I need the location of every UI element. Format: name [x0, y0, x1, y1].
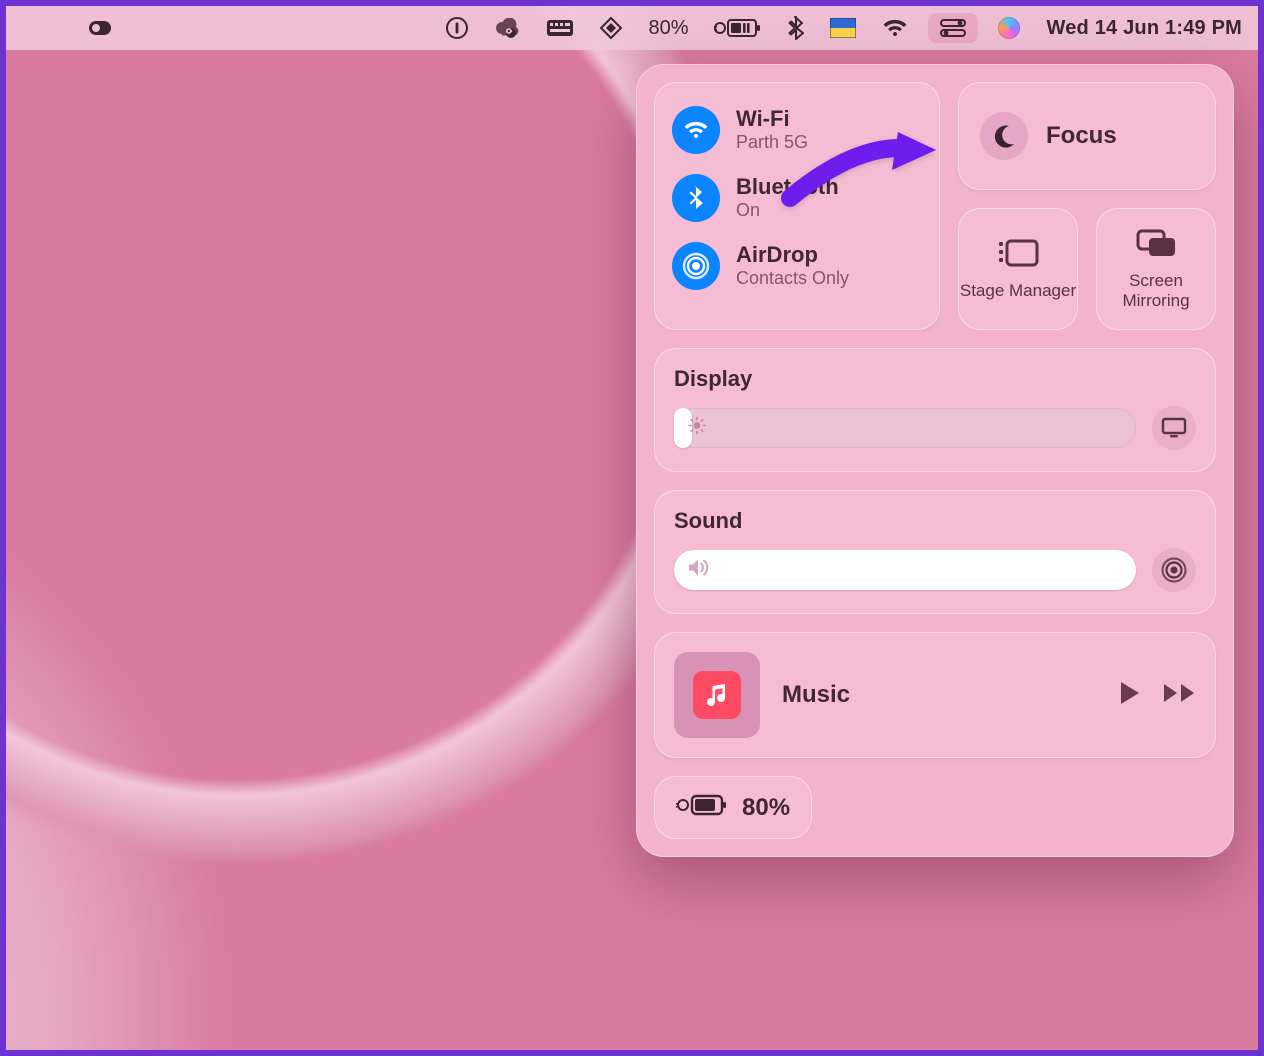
sound-title: Sound: [674, 508, 1196, 534]
fast-forward-button[interactable]: [1162, 682, 1196, 709]
sound-volume-slider[interactable]: [674, 550, 1136, 590]
screen-mirroring-label: Screen Mirroring: [1096, 271, 1216, 310]
menubar-control-center-toggle[interactable]: [928, 13, 978, 43]
stage-manager-icon: [997, 238, 1039, 273]
screen-mirroring-icon: [1135, 228, 1177, 263]
sound-section: Sound: [654, 490, 1216, 614]
menubar-bluetooth-icon[interactable]: [788, 16, 804, 40]
battery-percent: 80%: [742, 794, 790, 822]
airdrop-status: Contacts Only: [736, 268, 849, 290]
wifi-icon: [672, 106, 720, 154]
stage-manager-toggle[interactable]: Stage Manager: [958, 208, 1078, 330]
menubar-1password-icon[interactable]: [446, 17, 468, 39]
menubar-cloud-sync-icon[interactable]: [494, 18, 520, 38]
now-playing-artwork: [674, 652, 760, 738]
focus-toggle[interactable]: Focus: [958, 82, 1216, 190]
now-playing-card[interactable]: Music: [654, 632, 1216, 758]
connectivity-card: Wi-Fi Parth 5G Bluetooth On: [654, 82, 940, 330]
wifi-title: Wi-Fi: [736, 107, 808, 130]
display-brightness-slider[interactable]: [674, 408, 1136, 448]
moon-icon: [980, 112, 1028, 160]
sound-airplay-button[interactable]: [1152, 548, 1196, 592]
menubar-keyboard-icon[interactable]: [546, 19, 574, 37]
bluetooth-icon: [672, 174, 720, 222]
menubar-siri-icon[interactable]: [998, 17, 1020, 39]
menubar-vpn-icon[interactable]: [86, 18, 114, 38]
menubar-datetime[interactable]: Wed 14 Jun 1:49 PM: [1046, 17, 1242, 40]
play-button[interactable]: [1118, 680, 1142, 711]
screen-mirroring-toggle[interactable]: Screen Mirroring: [1096, 208, 1216, 330]
wifi-network-name: Parth 5G: [736, 132, 808, 154]
battery-charging-icon: [676, 792, 728, 823]
airdrop-icon: [672, 242, 720, 290]
display-title: Display: [674, 366, 1196, 392]
battery-card[interactable]: 80%: [654, 776, 812, 839]
display-section: Display: [654, 348, 1216, 472]
stage-manager-label: Stage Manager: [960, 281, 1076, 301]
airdrop-title: AirDrop: [736, 243, 849, 266]
now-playing-title: Music: [782, 681, 1096, 709]
menubar: 80% Wed 14 Jun 1:49 PM: [6, 6, 1258, 50]
display-more-button[interactable]: [1152, 406, 1196, 450]
bluetooth-status: On: [736, 200, 839, 222]
bluetooth-toggle[interactable]: Bluetooth On: [668, 164, 926, 232]
wifi-toggle[interactable]: Wi-Fi Parth 5G: [668, 96, 926, 164]
control-center-panel: Wi-Fi Parth 5G Bluetooth On: [636, 64, 1234, 857]
menubar-wifi-icon[interactable]: [882, 18, 908, 38]
music-app-icon: [693, 671, 741, 719]
menubar-raycast-icon[interactable]: [600, 17, 622, 39]
focus-title: Focus: [1046, 122, 1117, 150]
menubar-battery-charging-icon[interactable]: [714, 17, 762, 39]
menubar-flag-icon[interactable]: [830, 18, 856, 38]
volume-icon: [688, 559, 710, 582]
brightness-icon: [688, 417, 706, 440]
bluetooth-title: Bluetooth: [736, 175, 839, 198]
menubar-battery-percent: 80%: [648, 17, 688, 40]
airdrop-toggle[interactable]: AirDrop Contacts Only: [668, 232, 926, 300]
